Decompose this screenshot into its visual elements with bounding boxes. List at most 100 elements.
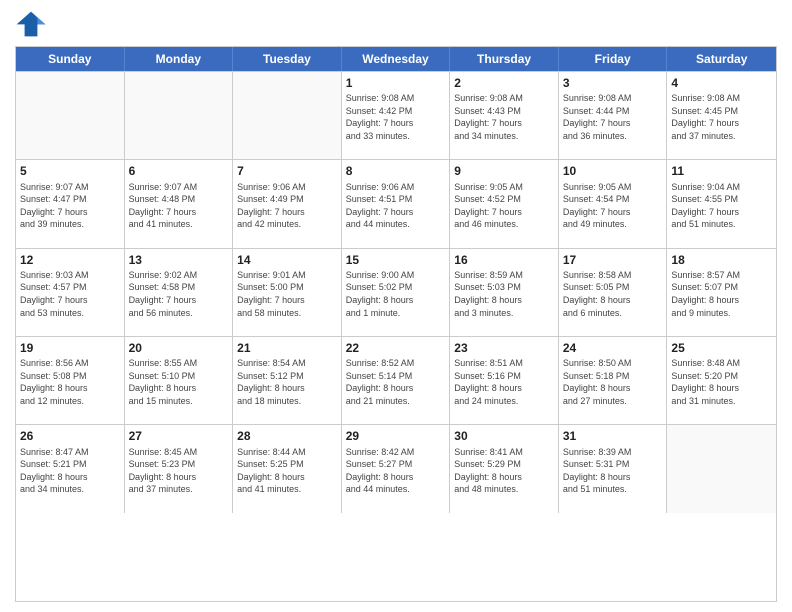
calendar-cell: 15Sunrise: 9:00 AM Sunset: 5:02 PM Dayli… bbox=[342, 249, 451, 336]
cell-info: Sunrise: 8:44 AM Sunset: 5:25 PM Dayligh… bbox=[237, 446, 337, 496]
day-number: 31 bbox=[563, 428, 663, 444]
calendar-cell: 11 Sunrise: 9:04 AM Sunset: 4:55 PM Dayli… bbox=[667, 160, 776, 247]
calendar-cell: 7 Sunrise: 9:06 AM Sunset: 4:49 PM Daylig… bbox=[233, 160, 342, 247]
cell-info: Sunrise: 8:51 AM Sunset: 5:16 PM Dayligh… bbox=[454, 357, 554, 407]
cell-info: Sunrise: 9:07 AM Sunset: 4:48 PM Dayligh… bbox=[129, 181, 229, 231]
calendar-cell: 5 Sunrise: 9:07 AM Sunset: 4:47 PM Daylig… bbox=[16, 160, 125, 247]
calendar-cell: 12Sunrise: 9:03 AM Sunset: 4:57 PM Dayli… bbox=[16, 249, 125, 336]
calendar-cell bbox=[16, 72, 125, 159]
cell-info: Sunrise: 8:56 AM Sunset: 5:08 PM Dayligh… bbox=[20, 357, 120, 407]
day-number: 18 bbox=[671, 252, 772, 268]
cell-info: Sunrise: 8:52 AM Sunset: 5:14 PM Dayligh… bbox=[346, 357, 446, 407]
cell-info: Sunrise: 9:08 AM Sunset: 4:44 PM Dayligh… bbox=[563, 92, 663, 142]
day-number: 3 bbox=[563, 75, 663, 91]
calendar-row-0: 1Sunrise: 9:08 AM Sunset: 4:42 PM Daylig… bbox=[16, 71, 776, 159]
day-number: 12 bbox=[20, 252, 120, 268]
day-header-saturday: Saturday bbox=[667, 47, 776, 71]
calendar-cell: 24Sunrise: 8:50 AM Sunset: 5:18 PM Dayli… bbox=[559, 337, 668, 424]
calendar-row-3: 19Sunrise: 8:56 AM Sunset: 5:08 PM Dayli… bbox=[16, 336, 776, 424]
day-number: 2 bbox=[454, 75, 554, 91]
day-number: 8 bbox=[346, 163, 446, 179]
cell-info: Sunrise: 9:08 AM Sunset: 4:42 PM Dayligh… bbox=[346, 92, 446, 142]
day-number: 14 bbox=[237, 252, 337, 268]
calendar-row-1: 5 Sunrise: 9:07 AM Sunset: 4:47 PM Daylig… bbox=[16, 159, 776, 247]
calendar-cell: 26 Sunrise: 8:47 AM Sunset: 5:21 PM Dayli… bbox=[16, 425, 125, 512]
calendar-cell bbox=[233, 72, 342, 159]
calendar-cell: 18Sunrise: 8:57 AM Sunset: 5:07 PM Dayli… bbox=[667, 249, 776, 336]
day-number: 30 bbox=[454, 428, 554, 444]
day-number: 20 bbox=[129, 340, 229, 356]
calendar-header: SundayMondayTuesdayWednesdayThursdayFrid… bbox=[16, 47, 776, 71]
day-header-friday: Friday bbox=[559, 47, 668, 71]
cell-info: Sunrise: 9:04 AM Sunset: 4:55 PM Dayligh… bbox=[671, 181, 772, 231]
cell-info: Sunrise: 8:57 AM Sunset: 5:07 PM Dayligh… bbox=[671, 269, 772, 319]
day-number: 11 bbox=[671, 163, 772, 179]
logo bbox=[15, 10, 51, 38]
calendar-cell: 19Sunrise: 8:56 AM Sunset: 5:08 PM Dayli… bbox=[16, 337, 125, 424]
calendar-cell: 22Sunrise: 8:52 AM Sunset: 5:14 PM Dayli… bbox=[342, 337, 451, 424]
day-number: 27 bbox=[129, 428, 229, 444]
page: SundayMondayTuesdayWednesdayThursdayFrid… bbox=[0, 0, 792, 612]
day-number: 21 bbox=[237, 340, 337, 356]
calendar-row-4: 26 Sunrise: 8:47 AM Sunset: 5:21 PM Dayli… bbox=[16, 424, 776, 512]
cell-info: Sunrise: 8:59 AM Sunset: 5:03 PM Dayligh… bbox=[454, 269, 554, 319]
cell-info: Sunrise: 9:06 AM Sunset: 4:51 PM Dayligh… bbox=[346, 181, 446, 231]
calendar-cell bbox=[667, 425, 776, 512]
calendar-cell: 3Sunrise: 9:08 AM Sunset: 4:44 PM Daylig… bbox=[559, 72, 668, 159]
day-number: 4 bbox=[671, 75, 772, 91]
day-number: 10 bbox=[563, 163, 663, 179]
day-number: 26 bbox=[20, 428, 120, 444]
cell-info: Sunrise: 8:47 AM Sunset: 5:21 PM Dayligh… bbox=[20, 446, 120, 496]
calendar: SundayMondayTuesdayWednesdayThursdayFrid… bbox=[15, 46, 777, 602]
cell-info: Sunrise: 8:42 AM Sunset: 5:27 PM Dayligh… bbox=[346, 446, 446, 496]
day-number: 25 bbox=[671, 340, 772, 356]
calendar-row-2: 12Sunrise: 9:03 AM Sunset: 4:57 PM Dayli… bbox=[16, 248, 776, 336]
calendar-cell: 4Sunrise: 9:08 AM Sunset: 4:45 PM Daylig… bbox=[667, 72, 776, 159]
day-number: 29 bbox=[346, 428, 446, 444]
day-number: 19 bbox=[20, 340, 120, 356]
cell-info: Sunrise: 9:08 AM Sunset: 4:45 PM Dayligh… bbox=[671, 92, 772, 142]
calendar-cell: 21Sunrise: 8:54 AM Sunset: 5:12 PM Dayli… bbox=[233, 337, 342, 424]
calendar-cell: 31 Sunrise: 8:39 AM Sunset: 5:31 PM Dayli… bbox=[559, 425, 668, 512]
calendar-body: 1Sunrise: 9:08 AM Sunset: 4:42 PM Daylig… bbox=[16, 71, 776, 601]
day-number: 13 bbox=[129, 252, 229, 268]
cell-info: Sunrise: 9:05 AM Sunset: 4:54 PM Dayligh… bbox=[563, 181, 663, 231]
calendar-cell: 28 Sunrise: 8:44 AM Sunset: 5:25 PM Dayli… bbox=[233, 425, 342, 512]
calendar-cell: 16Sunrise: 8:59 AM Sunset: 5:03 PM Dayli… bbox=[450, 249, 559, 336]
cell-info: Sunrise: 9:08 AM Sunset: 4:43 PM Dayligh… bbox=[454, 92, 554, 142]
cell-info: Sunrise: 9:06 AM Sunset: 4:49 PM Dayligh… bbox=[237, 181, 337, 231]
calendar-cell: 1Sunrise: 9:08 AM Sunset: 4:42 PM Daylig… bbox=[342, 72, 451, 159]
day-number: 15 bbox=[346, 252, 446, 268]
cell-info: Sunrise: 9:00 AM Sunset: 5:02 PM Dayligh… bbox=[346, 269, 446, 319]
day-number: 22 bbox=[346, 340, 446, 356]
cell-info: Sunrise: 8:45 AM Sunset: 5:23 PM Dayligh… bbox=[129, 446, 229, 496]
cell-info: Sunrise: 9:03 AM Sunset: 4:57 PM Dayligh… bbox=[20, 269, 120, 319]
day-number: 9 bbox=[454, 163, 554, 179]
header bbox=[15, 10, 777, 38]
day-number: 6 bbox=[129, 163, 229, 179]
day-number: 17 bbox=[563, 252, 663, 268]
day-number: 28 bbox=[237, 428, 337, 444]
day-header-thursday: Thursday bbox=[450, 47, 559, 71]
calendar-cell: 30Sunrise: 8:41 AM Sunset: 5:29 PM Dayli… bbox=[450, 425, 559, 512]
day-number: 23 bbox=[454, 340, 554, 356]
cell-info: Sunrise: 9:07 AM Sunset: 4:47 PM Dayligh… bbox=[20, 181, 120, 231]
calendar-cell: 14Sunrise: 9:01 AM Sunset: 5:00 PM Dayli… bbox=[233, 249, 342, 336]
cell-info: Sunrise: 9:05 AM Sunset: 4:52 PM Dayligh… bbox=[454, 181, 554, 231]
cell-info: Sunrise: 8:58 AM Sunset: 5:05 PM Dayligh… bbox=[563, 269, 663, 319]
calendar-cell: 8 Sunrise: 9:06 AM Sunset: 4:51 PM Daylig… bbox=[342, 160, 451, 247]
day-header-wednesday: Wednesday bbox=[342, 47, 451, 71]
cell-info: Sunrise: 8:55 AM Sunset: 5:10 PM Dayligh… bbox=[129, 357, 229, 407]
calendar-cell: 17Sunrise: 8:58 AM Sunset: 5:05 PM Dayli… bbox=[559, 249, 668, 336]
cell-info: Sunrise: 9:02 AM Sunset: 4:58 PM Dayligh… bbox=[129, 269, 229, 319]
day-header-tuesday: Tuesday bbox=[233, 47, 342, 71]
day-number: 7 bbox=[237, 163, 337, 179]
cell-info: Sunrise: 9:01 AM Sunset: 5:00 PM Dayligh… bbox=[237, 269, 337, 319]
cell-info: Sunrise: 8:39 AM Sunset: 5:31 PM Dayligh… bbox=[563, 446, 663, 496]
cell-info: Sunrise: 8:54 AM Sunset: 5:12 PM Dayligh… bbox=[237, 357, 337, 407]
day-number: 5 bbox=[20, 163, 120, 179]
calendar-cell bbox=[125, 72, 234, 159]
day-number: 16 bbox=[454, 252, 554, 268]
day-header-monday: Monday bbox=[125, 47, 234, 71]
calendar-cell: 9 Sunrise: 9:05 AM Sunset: 4:52 PM Daylig… bbox=[450, 160, 559, 247]
